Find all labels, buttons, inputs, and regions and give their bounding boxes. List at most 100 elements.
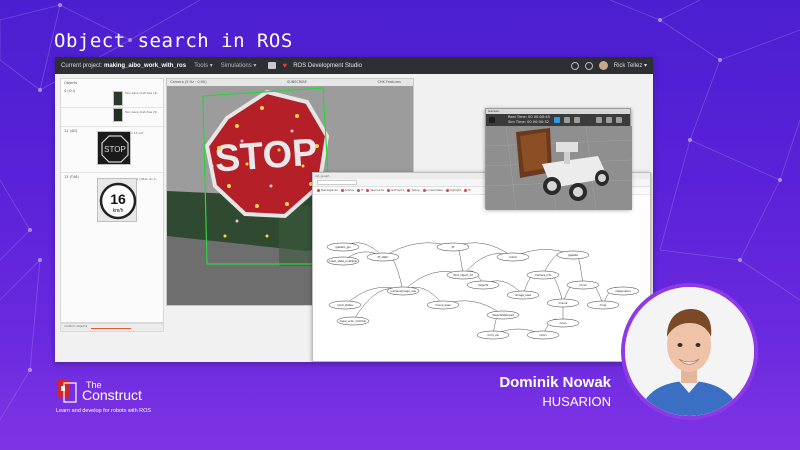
the-construct-logo: The Construct Learn and develop for robo…	[56, 376, 216, 421]
translate-icon[interactable]	[564, 117, 570, 123]
graph-node[interactable]: /gazebo_gui	[326, 242, 360, 252]
stop-sign-thumbnail[interactable]: STOP	[97, 131, 131, 165]
brand-tagline: Learn and develop for robots with ROS	[56, 408, 152, 414]
ide-screenshot: Current project: making_aibo_work_with_r…	[55, 57, 653, 362]
heart-icon[interactable]: ♥	[282, 61, 287, 70]
graph-node[interactable]: /diagnostics	[606, 286, 640, 296]
gazebo-toolbar: Real Time: 00 00:00:45 Sim Time: 00 00:0…	[486, 114, 630, 126]
camera-sign-text: STOP	[213, 131, 318, 180]
camera-header: Camera (5 Hz · 0:00) SUBSCRIBE CHK Featu…	[167, 79, 413, 86]
record-icon[interactable]	[606, 117, 612, 123]
filter-checkbox[interactable]: fit	[464, 189, 471, 192]
graph-node[interactable]: /laser_scan_matcher	[336, 316, 370, 326]
object-row-label: 13 (T48)	[64, 175, 79, 179]
graph-node-label: /map	[600, 303, 607, 307]
graph-filter-input[interactable]	[317, 180, 357, 185]
graph-node-label: /scan	[560, 321, 567, 325]
graph-node[interactable]: /image_view	[506, 290, 540, 300]
sim-time: Sim Time: 00 00:00:32	[508, 120, 549, 124]
graph-node-label: /joint_states	[337, 303, 354, 307]
speed-sign-thumbnail[interactable]: 16 km/h	[97, 178, 137, 222]
filter-checkbox[interactable]: tf	[357, 189, 363, 192]
camera-mid-label: SUBSCRIBE	[287, 80, 307, 84]
object-row-info: Two bare matches (4)	[125, 91, 158, 95]
rotate-icon[interactable]	[574, 117, 580, 123]
simulations-menu[interactable]: Simulations ▾	[221, 62, 257, 69]
node-graph[interactable]: /gazebo_gui/robot_state_publisher/tf_sta…	[313, 195, 650, 361]
save-icon[interactable]	[268, 62, 277, 69]
filter-checkbox[interactable]: debug	[407, 189, 420, 192]
object-row-label: 11 (4D)	[64, 129, 78, 133]
filter-checkbox[interactable]: leaf topics	[386, 189, 404, 192]
filter-checkbox[interactable]: highlight	[445, 189, 461, 192]
graph-node[interactable]: /move_base	[426, 300, 460, 310]
camera-title: Camera (5 Hz · 0:00)	[170, 80, 207, 84]
graph-node[interactable]: /camera/image_raw	[386, 286, 420, 296]
graph-node-label: /tf_static	[377, 255, 389, 259]
graph-node[interactable]: /amcl	[526, 330, 560, 340]
robot-scene	[486, 126, 632, 210]
graph-node[interactable]: /rosout	[546, 298, 580, 308]
graph-node-label: /amcl	[539, 333, 546, 337]
graph-node-label: /diagnostics	[615, 289, 631, 293]
object-thumbnail[interactable]	[113, 91, 123, 106]
divider	[61, 126, 165, 127]
graph-node[interactable]: /cmd_vel	[476, 330, 510, 340]
presenter-photo	[625, 287, 754, 416]
graph-node-label: /laser_scan_matcher	[340, 319, 368, 323]
graph-node-label: /gazebo	[568, 253, 579, 257]
current-project-label: Current project:	[61, 62, 103, 69]
filter-checkbox[interactable]: dead sinks	[366, 189, 384, 192]
graph-node[interactable]: /scan	[546, 318, 580, 328]
graph-node-label: /camera_info	[535, 273, 552, 277]
graph-node[interactable]: /map	[586, 300, 620, 310]
graph-node[interactable]: /joint_states	[328, 300, 362, 310]
graph-node[interactable]: /objects	[466, 280, 500, 290]
globe-icon[interactable]	[570, 61, 579, 70]
filter-checkbox[interactable]: Actions	[340, 189, 354, 192]
gazebo-times: Real Time: 00 00:00:45 Sim Time: 00 00:0…	[508, 115, 550, 125]
filter-checkbox[interactable]: Namespaces	[317, 189, 338, 192]
pause-icon[interactable]	[489, 117, 495, 123]
speed-sign-icon: 16 km/h	[99, 182, 137, 220]
camera-icon[interactable]	[596, 117, 602, 123]
graph-node-label: /tf	[452, 245, 455, 249]
app-name: ROS Development Studio	[293, 62, 362, 69]
brand-name: Construct	[82, 387, 142, 403]
progress-bar	[91, 328, 131, 329]
graph-node-label: /rosout	[558, 301, 567, 305]
stop-sign-icon: STOP	[101, 135, 129, 163]
user-avatar[interactable]	[598, 61, 608, 70]
graph-node-label: /robot_state_publisher	[329, 259, 359, 263]
ide-top-bar: Current project: making_aibo_work_with_r…	[55, 57, 653, 74]
graph-node[interactable]: /clock	[566, 280, 600, 290]
workspace: Objects 4 (O:I) Two bare matches (4) Two…	[55, 74, 653, 362]
slide-title: Object search in ROS	[54, 30, 293, 52]
filter-checkbox[interactable]: unreachable	[422, 189, 443, 192]
graph-node[interactable]: /robot_state_publisher	[326, 256, 360, 266]
graph-node[interactable]: /tf	[436, 242, 470, 252]
grid-view-icon[interactable]	[616, 117, 622, 123]
object-thumbnail[interactable]	[113, 108, 123, 122]
tools-menu[interactable]: Tools ▾	[194, 62, 213, 69]
gazebo-window[interactable]: Gazebo Real Time: 00 00:00:45 Sim Time: …	[485, 108, 632, 210]
speed-thumb-unit: km/h	[113, 208, 124, 214]
graph-node[interactable]: /objectsStamped	[486, 310, 520, 320]
grid-icon[interactable]	[584, 61, 593, 70]
graph-node-label: /find_object_2d	[453, 273, 473, 277]
presenter-portrait	[625, 287, 754, 416]
graph-node-label: /image_view	[515, 293, 532, 297]
graph-node[interactable]: /camera_info	[526, 270, 560, 280]
graph-node[interactable]: /gazebo	[556, 250, 590, 260]
object-panel-footer: confirm objects	[60, 323, 164, 332]
object-panel-header: Objects	[64, 81, 78, 85]
presenter-name: Dominik Nowak	[499, 374, 611, 391]
graph-node[interactable]: /find_object_2d	[446, 270, 480, 280]
object-panel: Objects 4 (O:I) Two bare matches (4) Two…	[60, 78, 165, 323]
gazebo-viewport[interactable]	[486, 126, 632, 210]
footer-label: confirm objects	[64, 324, 88, 328]
graph-node[interactable]: /tf_static	[366, 252, 400, 262]
select-icon[interactable]	[554, 117, 560, 123]
graph-node[interactable]: /odom	[496, 252, 530, 262]
user-name[interactable]: Rick Tellez ▾	[614, 62, 647, 69]
